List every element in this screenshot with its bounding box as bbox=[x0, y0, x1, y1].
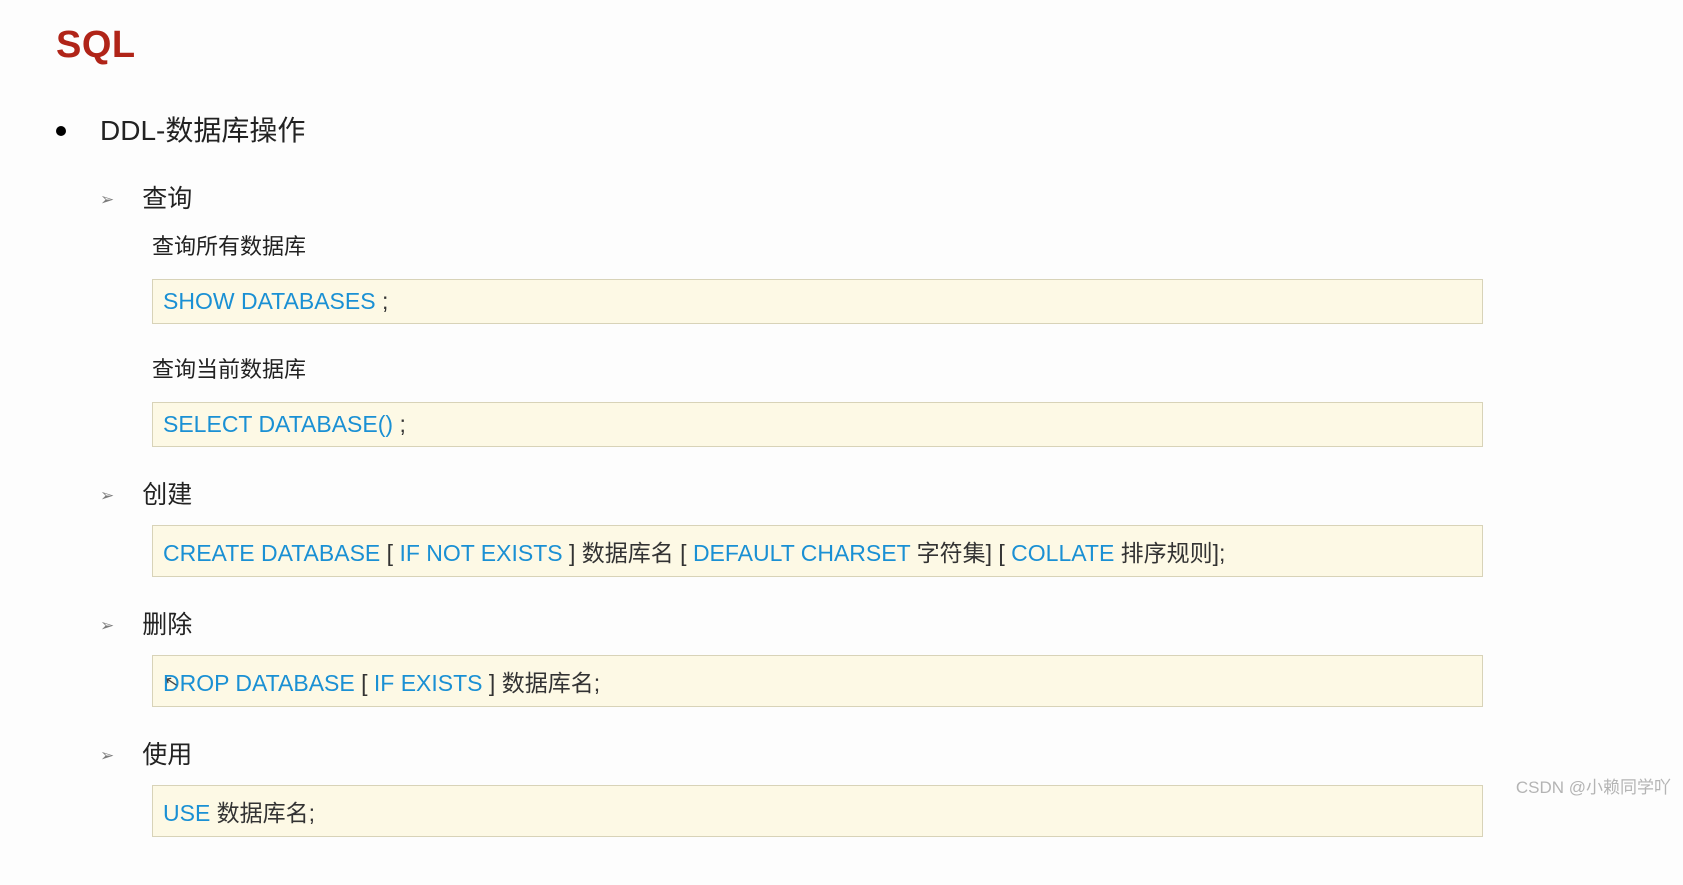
sql-keyword: COLLATE bbox=[1011, 540, 1114, 566]
section-heading: 创建 bbox=[142, 475, 192, 511]
bullet-icon bbox=[56, 126, 66, 136]
section-heading: 删除 bbox=[142, 605, 192, 641]
section-heading-row: ➢ 创建 bbox=[100, 475, 1683, 511]
topic-text: DDL-数据库操作 bbox=[100, 109, 305, 149]
sql-keyword: USE bbox=[163, 800, 210, 826]
sql-text: [ bbox=[387, 540, 400, 566]
sql-text: ] 数据库名; bbox=[483, 670, 601, 696]
sql-text: [ bbox=[355, 670, 374, 696]
section-heading: 查询 bbox=[142, 179, 192, 215]
chevron-right-icon: ➢ bbox=[100, 747, 114, 764]
page-title: SQL bbox=[56, 24, 1683, 67]
code-label: 查询当前数据库 bbox=[152, 352, 1683, 384]
sql-keyword: IF NOT EXISTS bbox=[399, 540, 562, 566]
code-box: CREATE DATABASE [ IF NOT EXISTS ] 数据库名 [… bbox=[152, 525, 1483, 577]
topic-row: DDL-数据库操作 bbox=[56, 109, 1683, 149]
sql-keyword: DROP DATABASE bbox=[163, 670, 355, 696]
page: SQL DDL-数据库操作 ➢ 查询查询所有数据库 SHOW DATABASES ;… bbox=[0, 0, 1683, 885]
sql-text: 字符集] [ bbox=[910, 540, 1011, 566]
sql-keyword: SELECT DATABASE() bbox=[163, 411, 393, 437]
sql-keyword: DEFAULT CHARSET bbox=[693, 540, 910, 566]
sql-keyword: IF EXISTS bbox=[374, 670, 483, 696]
section: ➢ 删除 DROP DATABASE [ IF EXISTS ] 数据库名; bbox=[100, 605, 1683, 707]
sql-text: ] 数据库名 [ bbox=[563, 540, 693, 566]
code-box: SELECT DATABASE() ; bbox=[152, 402, 1483, 447]
code-box: DROP DATABASE [ IF EXISTS ] 数据库名; bbox=[152, 655, 1483, 707]
code-box: USE 数据库名; bbox=[152, 785, 1483, 837]
section: ➢ 创建 CREATE DATABASE [ IF NOT EXISTS ] 数据库… bbox=[100, 475, 1683, 577]
chevron-right-icon: ➢ bbox=[100, 487, 114, 504]
section-heading: 使用 bbox=[142, 735, 192, 771]
chevron-right-icon: ➢ bbox=[100, 191, 114, 208]
chevron-right-icon: ➢ bbox=[100, 617, 114, 634]
sql-text: 排序规则]; bbox=[1114, 540, 1225, 566]
sql-text: ; bbox=[376, 288, 389, 314]
section: ➢ 使用 USE 数据库名; bbox=[100, 735, 1683, 837]
sql-keyword: SHOW DATABASES bbox=[163, 288, 376, 314]
code-box: SHOW DATABASES ; bbox=[152, 279, 1483, 324]
code-label-text: 查询所有数据库 bbox=[152, 229, 1683, 261]
code-label: 查询所有数据库 bbox=[152, 229, 1683, 261]
sql-text: 数据库名; bbox=[210, 800, 315, 826]
sql-text: ; bbox=[393, 411, 406, 437]
section-heading-row: ➢ 查询 bbox=[100, 179, 1683, 215]
sql-keyword: CREATE DATABASE bbox=[163, 540, 387, 566]
section-heading-row: ➢ 使用 bbox=[100, 735, 1683, 771]
section-heading-row: ➢ 删除 bbox=[100, 605, 1683, 641]
section: ➢ 查询查询所有数据库 SHOW DATABASES ; 查询当前数据库 SELECT … bbox=[100, 179, 1683, 447]
sections-container: ➢ 查询查询所有数据库 SHOW DATABASES ; 查询当前数据库 SELECT … bbox=[56, 179, 1683, 837]
code-label-text: 查询当前数据库 bbox=[152, 352, 1683, 384]
